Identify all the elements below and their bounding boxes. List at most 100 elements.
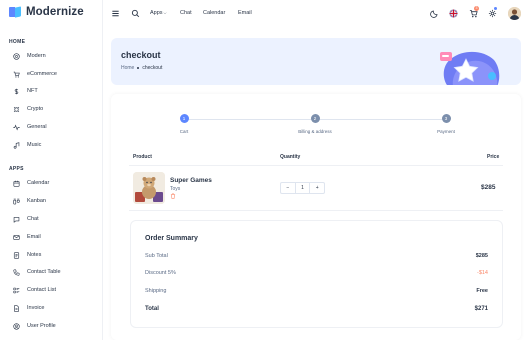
trash-icon[interactable] bbox=[170, 193, 176, 199]
summary-row-shipping: Shipping Free bbox=[145, 288, 488, 294]
sidebar-item-crypto[interactable]: Crypto bbox=[13, 104, 43, 114]
avatar[interactable] bbox=[508, 7, 521, 20]
sidebar-item-label: eCommerce bbox=[27, 71, 57, 77]
sidebar-item-contact-list[interactable]: Contact List bbox=[13, 285, 56, 295]
message-icon bbox=[13, 216, 20, 223]
product-price: $285 bbox=[481, 184, 496, 191]
product-category: Toys bbox=[170, 186, 181, 192]
header-link-calendar[interactable]: Calendar bbox=[203, 10, 225, 16]
breadcrumb-current: checkout bbox=[142, 65, 163, 71]
search-icon[interactable] bbox=[131, 9, 140, 18]
currency-dollar-icon bbox=[14, 88, 19, 94]
settings-icon[interactable] bbox=[488, 9, 497, 18]
summary-label: Shipping bbox=[145, 288, 167, 294]
sidebar-item-label: Crypto bbox=[27, 106, 44, 112]
logo-icon bbox=[9, 6, 21, 18]
sidebar-item-label: Music bbox=[27, 142, 42, 148]
shopping-cart-icon bbox=[13, 71, 20, 78]
sidebar-item-user-profile[interactable]: User Profile bbox=[13, 321, 56, 331]
brand-name: Modernize bbox=[26, 6, 84, 18]
header-link-apps[interactable]: Apps⌵ bbox=[150, 10, 167, 16]
file-text-icon bbox=[14, 304, 19, 312]
sidebar-item-email[interactable]: Email bbox=[13, 232, 41, 242]
sidebar-item-label: Calendar bbox=[27, 180, 50, 186]
sidebar-item-label: Chat bbox=[27, 216, 39, 222]
step-number: 2 bbox=[310, 114, 320, 123]
sidebar-item-nft[interactable]: NFT bbox=[13, 86, 38, 96]
layout-kanban-icon bbox=[13, 198, 20, 204]
summary-value: $285 bbox=[475, 253, 488, 259]
sidebar-item-modern[interactable]: Modern bbox=[13, 51, 46, 61]
sidebar-item-contact-table[interactable]: Contact Table bbox=[13, 267, 61, 277]
sidebar-item-label: NFT bbox=[27, 88, 38, 94]
nav-section-apps: APPS bbox=[9, 166, 24, 172]
sidebar-item-label: Notes bbox=[27, 252, 42, 258]
step-cart[interactable]: 1 Cart bbox=[154, 114, 214, 134]
music-icon bbox=[13, 141, 20, 149]
flag-uk-icon[interactable] bbox=[449, 9, 458, 18]
brand-logo[interactable]: Modernize bbox=[9, 6, 84, 18]
step-label: Payment bbox=[437, 129, 455, 134]
order-summary: Order Summary Sub Total $285 Discount 5%… bbox=[130, 220, 503, 328]
summary-row-total: Total $271 bbox=[145, 306, 488, 312]
user-avatar-icon bbox=[508, 7, 521, 20]
sidebar-item-invoice[interactable]: Invoice bbox=[13, 303, 44, 313]
sidebar-item-general[interactable]: General bbox=[13, 122, 47, 132]
sidebar-item-label: User Profile bbox=[27, 323, 56, 329]
table-divider bbox=[129, 210, 503, 211]
sidebar-item-calendar[interactable]: Calendar bbox=[13, 178, 49, 188]
sidebar-item-notes[interactable]: Notes bbox=[13, 250, 41, 260]
chevron-down-icon: ⌵ bbox=[163, 10, 167, 15]
sidebar-item-label: Contact Table bbox=[27, 269, 61, 275]
table-header-price: Price bbox=[487, 154, 500, 160]
notes-icon bbox=[13, 251, 20, 259]
table-divider bbox=[129, 165, 503, 166]
breadcrumb-separator bbox=[137, 67, 140, 69]
sidebar-item-label: General bbox=[27, 124, 47, 130]
step-payment[interactable]: 3 Payment bbox=[416, 114, 476, 134]
page-title: checkout bbox=[121, 50, 161, 60]
checkout-card: 1 Cart 2 Billing & address 3 Payment Pro… bbox=[111, 94, 521, 340]
teddy-bear-image bbox=[133, 172, 165, 204]
activity-heartbeat-icon bbox=[13, 124, 20, 130]
sidebar-item-kanban[interactable]: Kanban bbox=[13, 196, 46, 206]
quantity-value[interactable]: 1 bbox=[294, 183, 311, 193]
phone-icon bbox=[13, 269, 20, 276]
header-link-chat[interactable]: Chat bbox=[180, 10, 192, 16]
menu-icon[interactable] bbox=[111, 9, 120, 18]
notification-dot bbox=[494, 7, 497, 10]
cart-count-badge: 3 bbox=[474, 6, 479, 11]
aperture-icon bbox=[13, 52, 20, 60]
page-banner: checkout Home checkout bbox=[111, 38, 521, 85]
product-name: Super Games bbox=[170, 177, 212, 184]
sidebar-item-ecommerce[interactable]: eCommerce bbox=[13, 69, 57, 79]
quantity-stepper: − 1 + bbox=[280, 182, 325, 194]
sidebar-item-chat[interactable]: Chat bbox=[13, 214, 39, 224]
star-illustration bbox=[440, 51, 500, 85]
step-label: Billing & address bbox=[298, 129, 332, 134]
breadcrumb-home[interactable]: Home bbox=[121, 65, 134, 71]
step-billing-address[interactable]: 2 Billing & address bbox=[285, 114, 345, 134]
summary-label: Discount 5% bbox=[145, 270, 176, 276]
user-circle-icon bbox=[13, 322, 20, 330]
sidebar-item-music[interactable]: Music bbox=[13, 140, 41, 150]
quantity-increase-button[interactable]: + bbox=[310, 183, 324, 193]
mail-icon bbox=[13, 234, 20, 240]
calendar-icon bbox=[13, 180, 20, 187]
sidebar-item-label: Kanban bbox=[27, 198, 46, 204]
sidebar: Modernize HOME Modern eCommerce NFT Cryp… bbox=[0, 0, 103, 340]
summary-row-subtotal: Sub Total $285 bbox=[145, 253, 488, 259]
step-label: Cart bbox=[179, 129, 189, 134]
currency-icon bbox=[13, 106, 20, 112]
product-image bbox=[133, 172, 165, 204]
summary-value: $271 bbox=[474, 306, 488, 312]
header-link-email[interactable]: Email bbox=[238, 10, 252, 16]
moon-icon[interactable] bbox=[430, 9, 439, 18]
list-details-icon bbox=[13, 287, 20, 293]
step-number: 1 bbox=[179, 114, 189, 123]
summary-label: Total bbox=[145, 306, 159, 312]
table-header-product: Product bbox=[133, 154, 152, 160]
order-summary-title: Order Summary bbox=[145, 235, 198, 242]
quantity-decrease-button[interactable]: − bbox=[281, 183, 295, 193]
table-header-quantity: Quantity bbox=[280, 154, 301, 160]
